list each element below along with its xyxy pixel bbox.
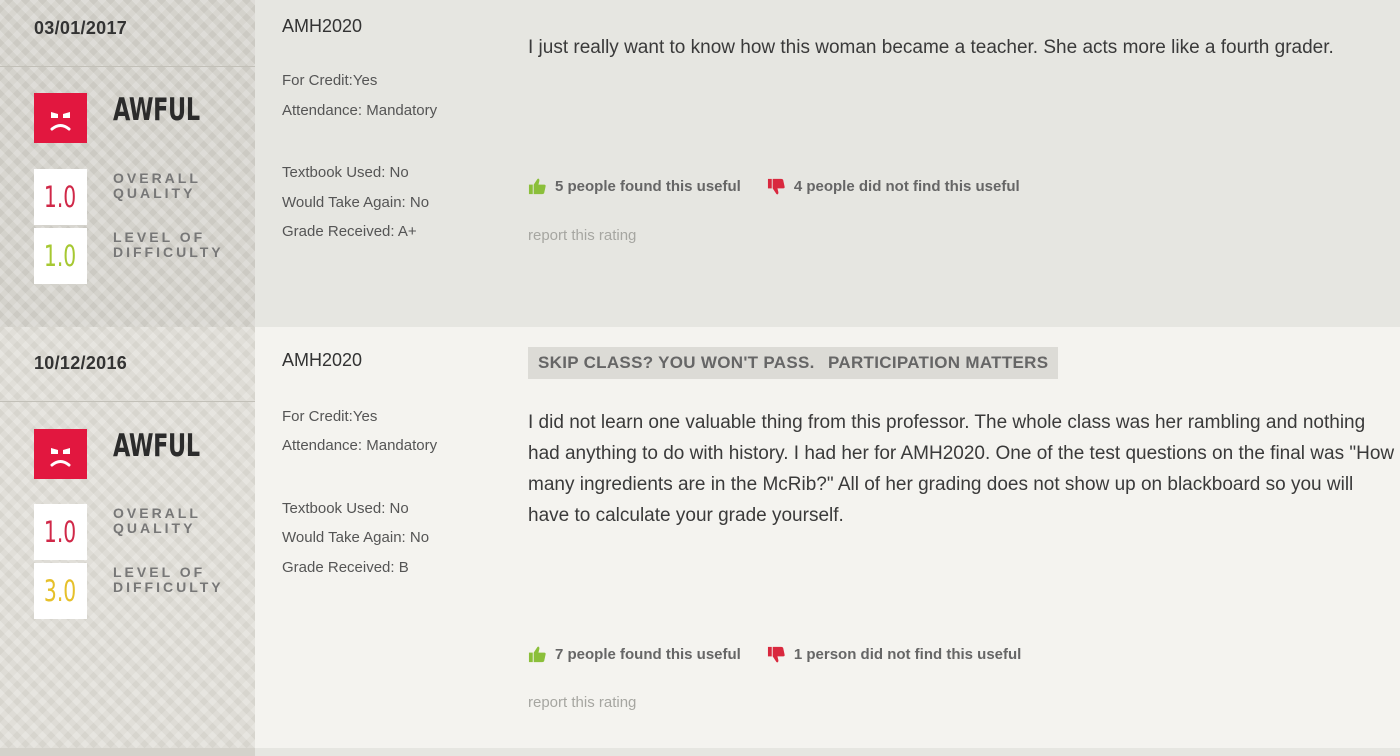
overall-quality-score: 1.0 <box>34 169 87 225</box>
useful-count: 5 people found this useful <box>555 178 741 195</box>
rating-date: 10/12/2016 <box>34 353 128 373</box>
difficulty-score: 1.0 <box>34 228 87 284</box>
rating-summary-panel: 03/01/2017 AWFUL 1.0 OVERALL QUALITY 1.0… <box>0 0 255 327</box>
awful-face-icon <box>34 93 87 143</box>
difficulty-score: 3.0 <box>34 563 87 619</box>
not-useful-vote-button[interactable]: 1 person did not find this useful <box>767 645 1022 664</box>
for-credit: For Credit:Yes <box>282 72 378 89</box>
quality-word: AWFUL <box>113 92 200 128</box>
thumbs-up-icon <box>528 178 546 195</box>
difficulty-label: LEVEL OF DIFFICULTY <box>113 564 224 595</box>
useful-count: 7 people found this useful <box>555 646 741 663</box>
thumbs-down-icon <box>767 178 785 195</box>
quality-word: AWFUL <box>113 428 200 464</box>
tag-participation-matters: PARTICIPATION MATTERS <box>818 347 1059 379</box>
overall-quality-score: 1.0 <box>34 504 87 560</box>
thumbs-down-icon <box>767 646 785 663</box>
rating-card: 10/12/2016 AWFUL 1.0 OVERALL QUALITY 3.0… <box>0 327 1400 748</box>
class-name: AMH2020 <box>282 16 363 36</box>
rating-date: 03/01/2017 <box>34 18 128 38</box>
vote-bar: 5 people found this useful 4 people did … <box>528 177 1046 196</box>
overall-quality-label: OVERALL QUALITY <box>113 505 201 536</box>
textbook-used: Textbook Used: No <box>282 164 409 181</box>
vote-bar: 7 people found this useful 1 person did … <box>528 645 1047 664</box>
rating-comment: I just really want to know how this woma… <box>528 37 1334 58</box>
rating-card: 03/01/2017 AWFUL 1.0 OVERALL QUALITY 1.0… <box>0 0 1400 327</box>
class-name: AMH2020 <box>282 350 363 370</box>
would-take-again: Would Take Again: No <box>282 529 430 546</box>
textbook-used: Textbook Used: No <box>282 500 409 517</box>
report-rating-link[interactable]: report this rating <box>528 227 636 244</box>
not-useful-count: 4 people did not find this useful <box>793 178 1020 195</box>
report-rating-link[interactable]: report this rating <box>528 694 636 711</box>
thumbs-up-icon <box>528 646 546 663</box>
grade-received: Grade Received: A+ <box>282 223 417 240</box>
next-rating-edge <box>255 748 502 756</box>
comment-panel: I just really want to know how this woma… <box>502 0 1400 327</box>
not-useful-count: 1 person did not find this useful <box>793 646 1022 663</box>
grade-received: Grade Received: B <box>282 559 409 576</box>
class-info-panel: AMH2020 For Credit:Yes Attendance: Manda… <box>255 327 502 748</box>
overall-quality-label: OVERALL QUALITY <box>113 170 201 201</box>
attendance: Attendance: Mandatory <box>282 102 438 119</box>
rating-comment: I did not learn one valuable thing from … <box>528 412 1395 526</box>
tag-skip-class: SKIP CLASS? YOU WON'T PASS. <box>528 347 825 379</box>
comment-panel: SKIP CLASS? YOU WON'T PASS. PARTICIPATIO… <box>502 327 1400 748</box>
useful-vote-button[interactable]: 5 people found this useful <box>528 177 741 196</box>
divider <box>0 401 255 402</box>
useful-vote-button[interactable]: 7 people found this useful <box>528 645 741 664</box>
not-useful-vote-button[interactable]: 4 people did not find this useful <box>767 177 1020 196</box>
rating-summary-panel: 10/12/2016 AWFUL 1.0 OVERALL QUALITY 3.0… <box>0 327 255 748</box>
class-info-panel: AMH2020 For Credit:Yes Attendance: Manda… <box>255 0 502 327</box>
next-rating-edge <box>502 748 1400 756</box>
next-rating-edge <box>0 748 255 756</box>
would-take-again: Would Take Again: No <box>282 194 430 211</box>
awful-face-icon <box>34 429 87 479</box>
difficulty-label: LEVEL OF DIFFICULTY <box>113 229 224 260</box>
attendance: Attendance: Mandatory <box>282 437 438 454</box>
divider <box>0 66 255 67</box>
for-credit: For Credit:Yes <box>282 408 378 425</box>
